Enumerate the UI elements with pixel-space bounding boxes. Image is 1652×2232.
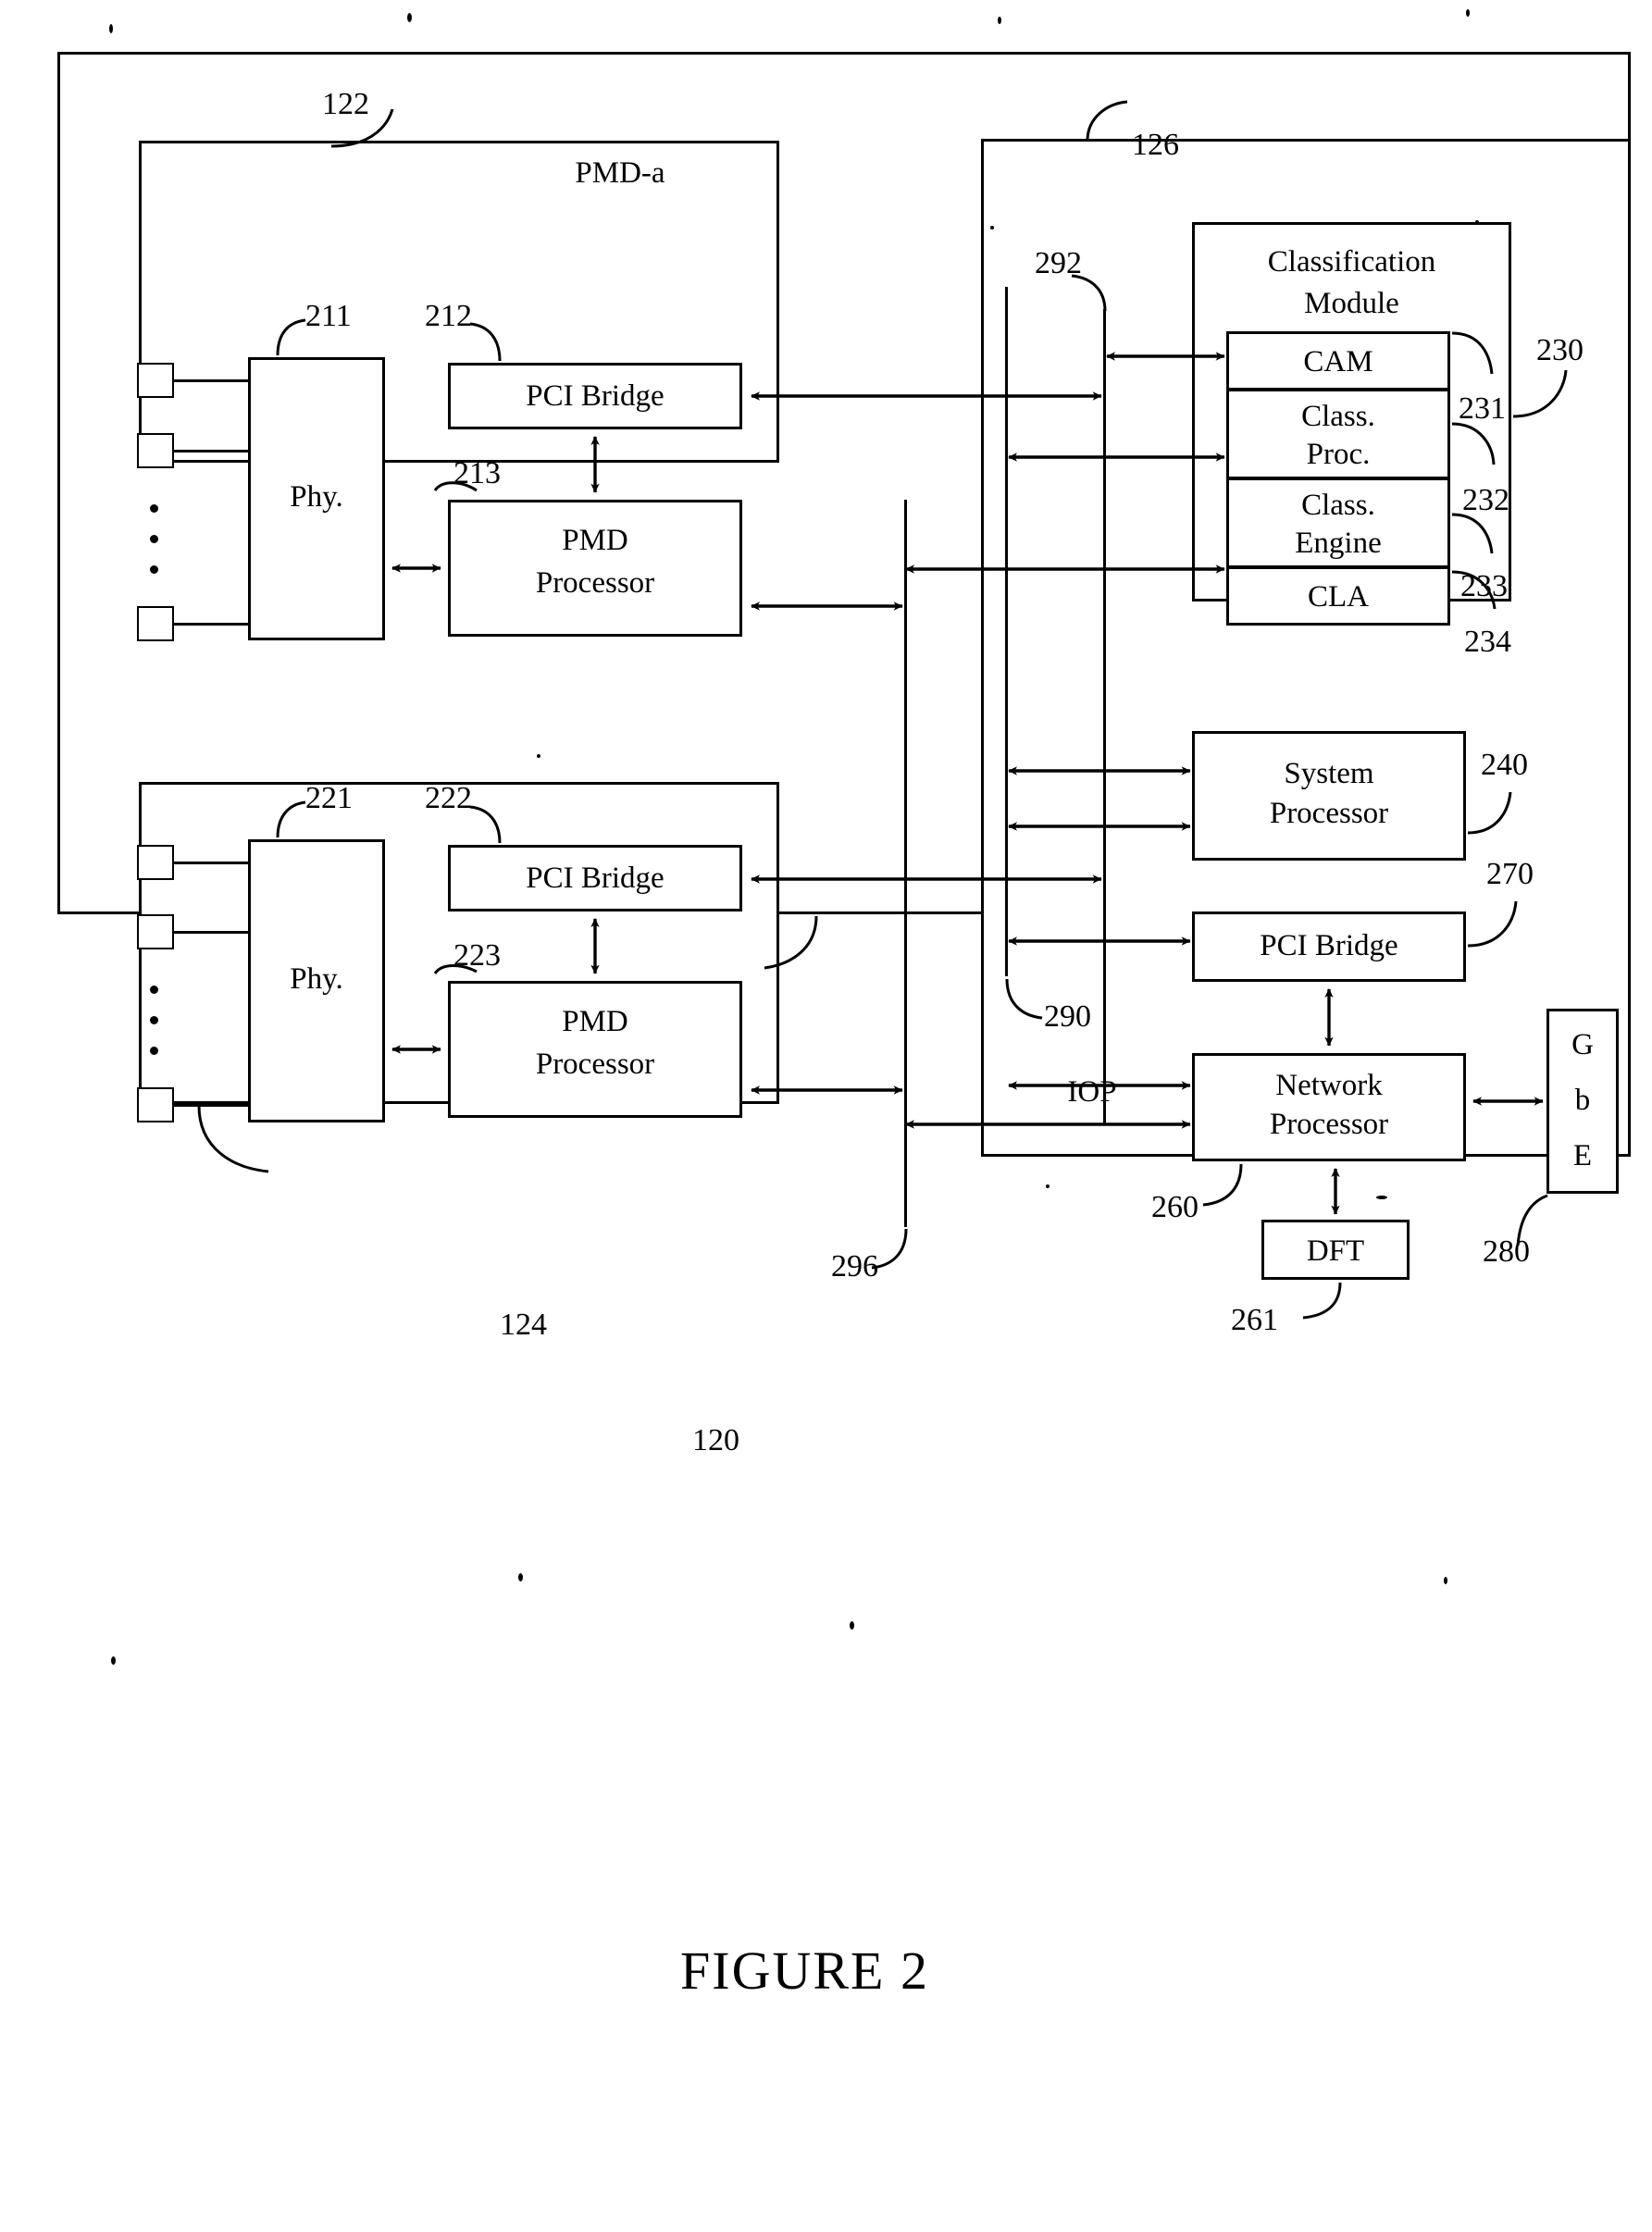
pmd-a-port-ellipsis-dot-3 (150, 565, 158, 574)
ref-290: 290 (1044, 999, 1091, 1034)
pmd-a-port-ellipsis-dot-2 (150, 535, 158, 543)
network-processor-label-line2: Processor (1269, 1107, 1389, 1141)
iop-pci-bridge-label: PCI Bridge (1260, 928, 1398, 962)
cla-label: CLA (1308, 579, 1369, 614)
pmd-a-port-1 (137, 363, 174, 398)
scan-speck (537, 754, 540, 758)
ref-223: 223 (453, 938, 501, 973)
gbe-label-line3: E (1572, 1138, 1593, 1172)
scan-speck (998, 17, 1001, 24)
pmd-a-pmd-processor-label-line1: PMD (562, 523, 628, 557)
pmd-b-pmd-processor-label-line1: PMD (562, 1004, 628, 1038)
ref-292: 292 (1035, 246, 1082, 280)
pmd-b-port-1-lead (172, 862, 250, 864)
scan-speck (1376, 1196, 1387, 1199)
scan-speck (111, 1656, 116, 1665)
gbe-label-line1: G (1571, 1027, 1594, 1061)
scan-speck (850, 1621, 854, 1630)
gbe-label-line2: b (1574, 1083, 1591, 1117)
classification-module-label-line2: Module (1304, 286, 1399, 320)
pmd-a-port-ellipsis-dot-1 (150, 504, 158, 513)
pmd-a-port-2-lead (172, 450, 250, 453)
ref-120: 120 (692, 1423, 739, 1457)
scan-speck (1466, 9, 1470, 17)
pmd-b-pci-bridge-label: PCI Bridge (526, 861, 665, 895)
cam-label: CAM (1303, 344, 1373, 378)
ref-212: 212 (425, 299, 472, 333)
scan-speck (990, 226, 994, 229)
pmd-b-port-3 (137, 1087, 174, 1122)
pmd-a-title: PMD-a (575, 155, 665, 190)
pmd-b-pmd-processor-label-line2: Processor (535, 1047, 655, 1081)
scan-speck (1046, 1184, 1050, 1188)
class-engine-label-line2: Engine (1295, 526, 1382, 560)
bus-290-line (1005, 287, 1008, 976)
ref-296: 296 (831, 1249, 878, 1283)
pmd-b-port-3-lead (172, 1104, 250, 1107)
scan-speck (518, 1573, 523, 1581)
pmd-b-port-2-lead (172, 931, 250, 934)
figure-caption: FIGURE 2 (680, 1941, 929, 2001)
ref-126: 126 (1132, 128, 1179, 162)
pmd-b-port-ellipsis-dot-2 (150, 1016, 158, 1024)
scan-speck (1444, 1577, 1447, 1584)
pmd-a-port-3 (137, 606, 174, 641)
pmd-b-port-ellipsis-dot-3 (150, 1047, 158, 1055)
ref-261: 261 (1231, 1303, 1278, 1337)
ref-234: 234 (1464, 625, 1511, 659)
system-processor-label-line2: Processor (1269, 796, 1389, 830)
ref-221: 221 (305, 781, 353, 815)
class-engine-label-line1: Class. (1301, 488, 1375, 522)
pmd-b-phy-label: Phy. (290, 961, 343, 996)
pmd-a-pci-bridge-label: PCI Bridge (526, 378, 665, 413)
system-processor-label-line1: System (1284, 756, 1374, 790)
scan-speck (1475, 220, 1479, 224)
scan-speck (109, 24, 113, 33)
dft-label: DFT (1306, 1234, 1365, 1268)
pmd-a-port-2 (137, 433, 174, 468)
ref-240: 240 (1481, 748, 1528, 782)
pmd-b-port-2 (137, 914, 174, 949)
ref-233: 233 (1460, 569, 1508, 603)
ref-280: 280 (1483, 1234, 1530, 1269)
bus-292-line (1103, 309, 1106, 1123)
ref-122: 122 (322, 87, 369, 121)
ref-231: 231 (1459, 391, 1506, 426)
pmd-a-port-3-lead (172, 623, 250, 626)
ref-260: 260 (1151, 1190, 1199, 1224)
scan-speck (407, 13, 412, 22)
pmd-a-pmd-processor-label-line2: Processor (535, 565, 655, 600)
pmd-b-port-1 (137, 845, 174, 880)
ref-232: 232 (1462, 483, 1509, 517)
ref-270: 270 (1486, 857, 1534, 891)
ref-230: 230 (1536, 333, 1584, 367)
pmd-b-port-ellipsis-dot-1 (150, 986, 158, 994)
bus-296-line (904, 500, 907, 1227)
pmd-a-phy-label: Phy. (290, 479, 343, 514)
class-proc-label-line2: Proc. (1306, 437, 1371, 471)
ref-124: 124 (500, 1308, 547, 1342)
ref-211: 211 (305, 299, 352, 333)
ref-222: 222 (425, 781, 472, 815)
ref-213: 213 (453, 456, 501, 490)
pmd-a-port-1-lead (172, 379, 250, 382)
iop-title: IOP (1067, 1074, 1117, 1109)
network-processor-label-line1: Network (1275, 1068, 1383, 1102)
class-proc-label-line1: Class. (1301, 399, 1375, 433)
figure-sheet: PMD-a Phy. PCI Bridge PMD Processor PMD-… (0, 0, 1652, 2232)
classification-module-label-line1: Classification (1267, 244, 1436, 279)
